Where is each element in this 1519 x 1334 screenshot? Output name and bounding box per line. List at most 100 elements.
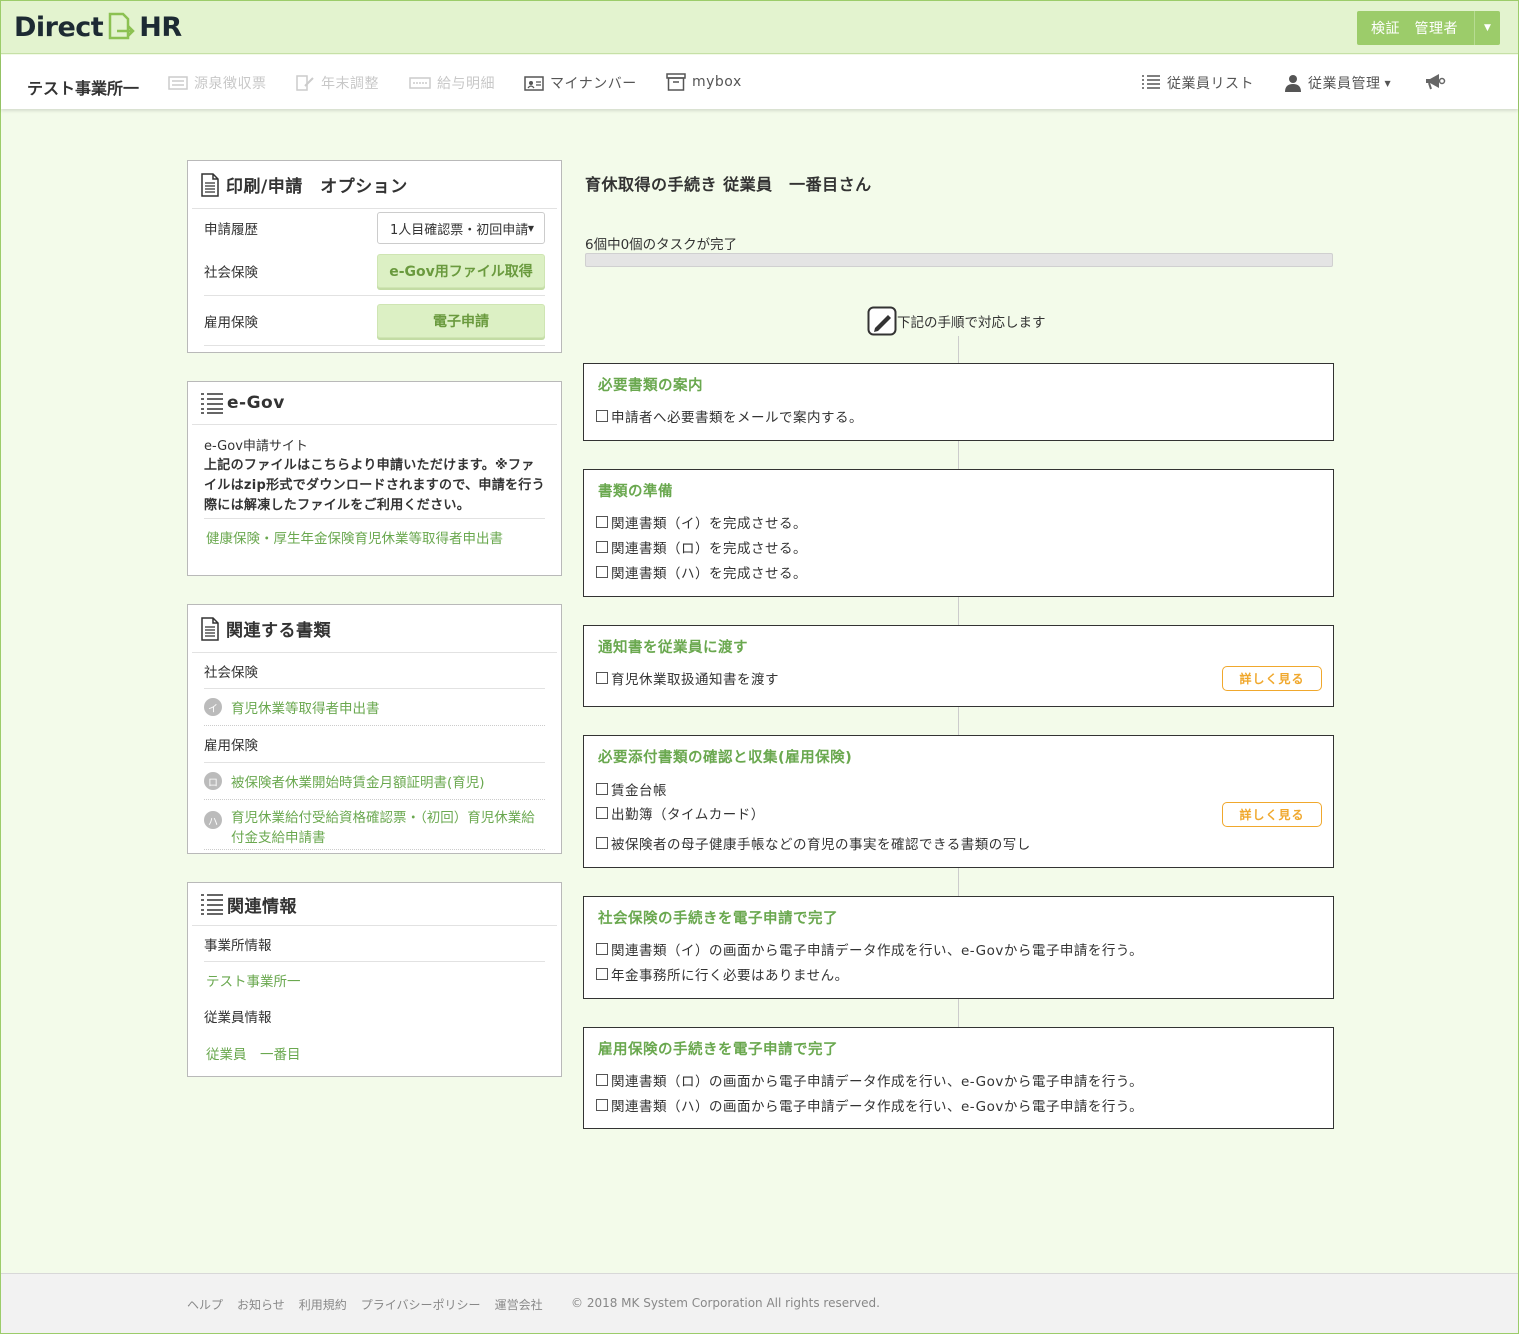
task-checkbox-item[interactable]: 関連書類（イ）の画面から電子申請データ作成を行い、e-Govから電子申請を行う。 xyxy=(596,939,1143,959)
app-logo[interactable]: Direct HR xyxy=(14,9,182,45)
megaphone-icon xyxy=(1426,74,1446,90)
task-title: 通知書を従業員に渡す xyxy=(598,640,748,656)
checkbox[interactable] xyxy=(596,410,608,422)
flow-connector xyxy=(958,596,959,626)
nav-item-mybox[interactable]: mybox xyxy=(666,73,742,91)
instruction-text: 下記の手順で対応します xyxy=(897,315,1046,331)
task-checkbox-item[interactable]: 育児休業取扱通知書を渡す xyxy=(596,668,779,688)
document-link[interactable]: 被保険者休業開始時賃金月額証明書(育児) xyxy=(231,771,485,791)
nav-item-employee-manage[interactable]: 従業員管理 ▼ xyxy=(1284,73,1391,93)
task-checkbox-item[interactable]: 関連書類（ハ）を完成させる。 xyxy=(596,562,807,582)
checkbox[interactable] xyxy=(596,516,608,528)
task-card: 社会保険の手続きを電子申請で完了 関連書類（イ）の画面から電子申請データ作成を行… xyxy=(583,896,1334,999)
footer-link-news[interactable]: お知らせ xyxy=(237,1296,285,1313)
panel-title: 印刷/申請 オプション xyxy=(226,177,408,197)
announcement-button[interactable] xyxy=(1424,73,1452,91)
document-link[interactable]: 育児休業給付受給資格確認票・（初回）育児休業給付金支給申請書 xyxy=(231,808,545,848)
task-card: 必要書類の案内 申請者へ必要書類をメールで案内する。 xyxy=(583,363,1334,441)
task-checkbox-item[interactable]: 出勤簿（タイムカード） xyxy=(596,803,765,823)
nav-label: 従業員管理 xyxy=(1308,76,1381,92)
detail-button[interactable]: 詳しく見る xyxy=(1222,666,1322,691)
checkbox[interactable] xyxy=(596,837,608,849)
task-item-label: 申請者へ必要書類をメールで案内する。 xyxy=(611,410,863,426)
caret-down-icon[interactable]: ▼ xyxy=(1474,11,1500,45)
flow-connector xyxy=(958,336,959,364)
nav-item-year-end[interactable]: 年末調整 xyxy=(295,73,379,93)
logo-text-right: HR xyxy=(139,11,182,43)
panel-title: 関連情報 xyxy=(227,896,297,917)
panel-header: 関連情報 xyxy=(192,883,557,926)
progress-bar xyxy=(585,253,1333,267)
related-info-panel: 関連情報 事業所情報 テスト事業所一 従業員情報 従業員 一番目 xyxy=(187,882,562,1077)
checkbox[interactable] xyxy=(596,1074,608,1086)
checkbox[interactable] xyxy=(596,1099,608,1111)
office-link[interactable]: テスト事業所一 xyxy=(206,970,301,990)
task-checkbox-item[interactable]: 関連書類（ロ）の画面から電子申請データ作成を行い、e-Govから電子申請を行う。 xyxy=(596,1070,1143,1090)
task-checkbox-item[interactable]: 年金事務所に行く必要はありません。 xyxy=(596,964,849,984)
row-label: 雇用保険 xyxy=(204,314,258,331)
egov-file-download-button[interactable]: e-Gov用ファイル取得 xyxy=(377,254,545,288)
detail-button[interactable]: 詳しく見る xyxy=(1222,802,1322,827)
checkbox[interactable] xyxy=(596,968,608,980)
footer-link-company[interactable]: 運営会社 xyxy=(495,1296,543,1313)
related-documents-panel: 関連する書類 社会保険 イ 育児休業等取得者申出書 雇用保険 ロ 被保険者休業開… xyxy=(187,604,562,854)
payslip-icon xyxy=(409,77,431,89)
electronic-application-button[interactable]: 電子申請 xyxy=(377,303,545,338)
nav-item-employee-list[interactable]: 従業員リスト xyxy=(1141,73,1254,93)
user-menu-button[interactable]: 検証 管理者 ▼ xyxy=(1357,11,1500,45)
task-item-label: 育児休業取扱通知書を渡す xyxy=(611,672,779,688)
task-item-label: 関連書類（イ）の画面から電子申請データ作成を行い、e-Govから電子申請を行う。 xyxy=(611,943,1144,959)
footer-links: ヘルプ お知らせ 利用規約 プライバシーポリシー 運営会社 xyxy=(187,1296,557,1313)
document-item[interactable]: イ 育児休業等取得者申出書 xyxy=(204,689,545,726)
task-checkbox-item[interactable]: 関連書類（ハ）の画面から電子申請データ作成を行い、e-Govから電子申請を行う。 xyxy=(596,1095,1143,1115)
employee-link[interactable]: 従業員 一番目 xyxy=(206,1043,301,1063)
task-item-label: 被保険者の母子健康手帳などの育児の事実を確認できる書類の写し xyxy=(611,837,1031,853)
footer-link-terms[interactable]: 利用規約 xyxy=(299,1296,347,1313)
list-icon xyxy=(201,894,223,915)
nav-label: 年末調整 xyxy=(321,76,379,92)
flow-connector xyxy=(958,706,959,736)
task-card: 雇用保険の手続きを電子申請で完了 関連書類（ロ）の画面から電子申請データ作成を行… xyxy=(583,1027,1334,1129)
footer-link-help[interactable]: ヘルプ xyxy=(187,1296,223,1313)
document-item[interactable]: ロ 被保険者休業開始時賃金月額証明書(育児) xyxy=(204,763,545,800)
section-label: 社会保険 xyxy=(204,664,258,681)
task-title: 書類の準備 xyxy=(598,484,673,500)
task-checkbox-item[interactable]: 賃金台帳 xyxy=(596,779,667,799)
logo-document-icon xyxy=(108,12,135,40)
task-item-label: 関連書類（ロ）の画面から電子申請データ作成を行い、e-Govから電子申請を行う。 xyxy=(611,1074,1144,1090)
nav-item-withholding[interactable]: 源泉徴収票 xyxy=(168,73,267,93)
receipt-icon xyxy=(168,76,188,90)
checkbox[interactable] xyxy=(596,541,608,553)
checkbox[interactable] xyxy=(596,566,608,578)
panel-title: e-Gov xyxy=(227,393,285,413)
progress-text: 6個中0個のタスクが完了 xyxy=(585,237,738,253)
edit-pencil-icon xyxy=(867,306,897,336)
task-checkbox-item[interactable]: 関連書類（ロ）を完成させる。 xyxy=(596,537,807,557)
page-title: 育休取得の手続き 従業員 一番目さん xyxy=(585,175,872,194)
logo-text-left: Direct xyxy=(14,11,104,43)
egov-note: 上記のファイルはこちらより申請いただけます。※ファイルはzip形式でダウンロード… xyxy=(204,456,545,519)
nav-office-name[interactable]: テスト事業所一 xyxy=(27,75,139,99)
print-apply-panel: 印刷/申請 オプション 申請履歴 1人目確認票・初回申請 ▼ 社会保険 e-Go… xyxy=(187,160,562,353)
checkbox[interactable] xyxy=(596,943,608,955)
egov-document-link[interactable]: 健康保険・厚生年金保険育児休業等取得者申出書 xyxy=(206,527,543,547)
nav-item-mynumber[interactable]: マイナンバー xyxy=(524,73,637,93)
document-link[interactable]: 育児休業等取得者申出書 xyxy=(231,697,380,717)
nav-label: マイナンバー xyxy=(550,76,637,92)
document-item[interactable]: ハ 育児休業給付受給資格確認票・（初回）育児休業給付金支給申請書 xyxy=(204,800,545,850)
document-badge: ハ xyxy=(204,811,222,829)
nav-label: 給与明細 xyxy=(437,76,495,92)
section-label-row: 雇用保険 xyxy=(204,726,545,763)
checkbox[interactable] xyxy=(596,807,608,819)
application-history-select[interactable]: 1人目確認票・初回申請 ▼ xyxy=(377,212,545,244)
task-checkbox-item[interactable]: 申請者へ必要書類をメールで案内する。 xyxy=(596,406,863,426)
task-checkbox-item[interactable]: 関連書類（イ）を完成させる。 xyxy=(596,512,807,532)
document-icon xyxy=(201,616,219,641)
footer-link-privacy[interactable]: プライバシーポリシー xyxy=(361,1296,481,1313)
flow-connector xyxy=(958,998,959,1028)
nav-item-payslip[interactable]: 給与明細 xyxy=(409,73,495,93)
checkbox[interactable] xyxy=(596,783,608,795)
task-checkbox-item[interactable]: 被保険者の母子健康手帳などの育児の事実を確認できる書類の写し xyxy=(596,833,1031,853)
copyright: © 2018 MK System Corporation All rights … xyxy=(571,1296,880,1310)
checkbox[interactable] xyxy=(596,672,608,684)
